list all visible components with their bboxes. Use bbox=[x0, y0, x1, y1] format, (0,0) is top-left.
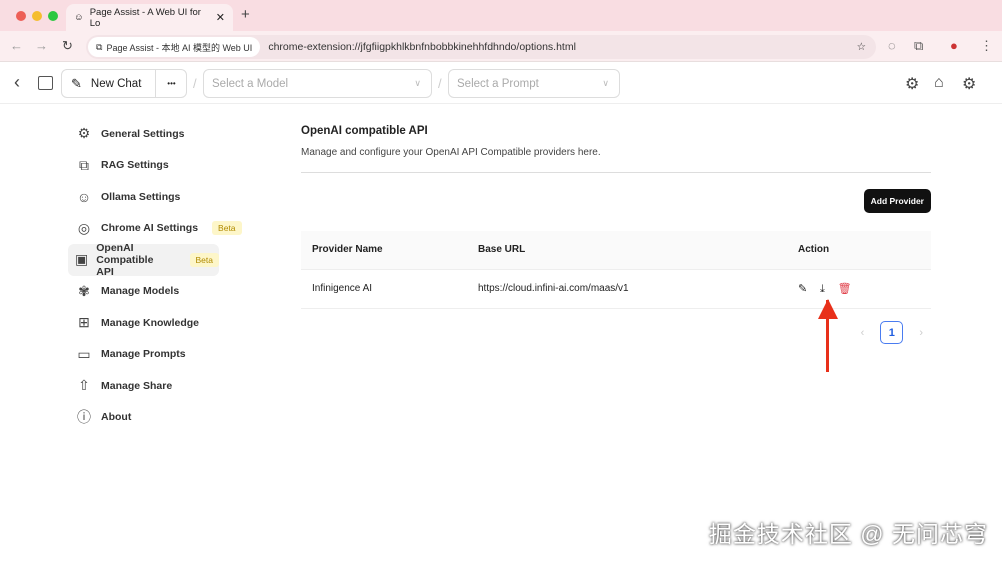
gear-icon[interactable]: ⚙ bbox=[962, 74, 976, 94]
table-header: Provider Name Base URL Action bbox=[301, 231, 931, 270]
sidebar-item-label: Manage Prompts bbox=[101, 348, 186, 361]
download-icon[interactable]: ⤓ bbox=[820, 283, 825, 295]
model-select[interactable]: Select a Model ∨ bbox=[203, 69, 432, 98]
forward-icon[interactable]: → bbox=[35, 38, 48, 53]
main-content: OpenAI compatible API Manage and configu… bbox=[301, 118, 931, 344]
settings-sidebar: ⚙ General Settings ⧉ RAG Settings ☺ Ollama … bbox=[68, 118, 258, 433]
page-1-button[interactable]: 1 bbox=[880, 321, 904, 344]
maximize-window-button[interactable] bbox=[48, 11, 58, 21]
new-tab-button[interactable]: + bbox=[241, 6, 250, 23]
chevron-down-icon: ∨ bbox=[414, 78, 421, 88]
back-icon[interactable]: ← bbox=[10, 38, 23, 53]
column-header: Base URL bbox=[467, 231, 787, 270]
model-placeholder: Select a Model bbox=[212, 77, 289, 90]
ollama-icon: ☺ bbox=[76, 188, 92, 205]
new-chat-group: ✎ New Chat ••• bbox=[61, 69, 187, 98]
browser-tab[interactable]: ☺ Page Assist - A Web UI for Lo ✕ bbox=[66, 4, 233, 31]
row-actions: ✎ ⤓ 🗑 bbox=[787, 269, 931, 309]
minimize-window-button[interactable] bbox=[32, 11, 42, 21]
chrome-icon: ◎ bbox=[77, 219, 91, 236]
tab-title: Page Assist - A Web UI for Lo bbox=[89, 6, 201, 29]
sidebar-toggle-icon[interactable] bbox=[38, 75, 53, 90]
sidebar-item-openai[interactable]: ▣ OpenAI Compatible API Beta bbox=[68, 241, 219, 278]
edit-pencil-icon[interactable]: ✎ bbox=[798, 283, 807, 295]
sidebar-item-label: OpenAI Compatible API bbox=[96, 241, 154, 278]
general-settings-icon: ⚙ bbox=[77, 125, 91, 142]
back-chevron-icon[interactable]: ‹ bbox=[14, 72, 20, 93]
sidebar-item-ollama[interactable]: ☺ Ollama Settings bbox=[68, 181, 258, 213]
ollama-settings-icon[interactable]: ⚙ bbox=[905, 74, 919, 94]
sidebar-item-label: Manage Share bbox=[101, 379, 173, 392]
separator: / bbox=[438, 76, 442, 91]
sidebar-item-label: About bbox=[101, 411, 132, 424]
next-page-icon[interactable]: › bbox=[919, 327, 923, 339]
chip-icon: ▣ bbox=[75, 251, 89, 268]
add-provider-button[interactable]: Add Provider bbox=[863, 189, 931, 213]
sidebar-item-about[interactable]: ⓘ About bbox=[68, 402, 258, 434]
sidebar-item-label: General Settings bbox=[101, 127, 185, 140]
book-icon: ▭ bbox=[77, 345, 91, 362]
prev-page-icon[interactable]: ‹ bbox=[861, 327, 865, 339]
sidebar-item-share[interactable]: ⇧ Manage Share bbox=[68, 370, 258, 402]
site-name: Page Assist - 本地 AI 模型的 Web UI bbox=[106, 42, 253, 53]
sidebar-item-label: Chrome AI Settings bbox=[101, 222, 199, 235]
brain-icon: ✾ bbox=[78, 282, 90, 299]
close-window-button[interactable] bbox=[16, 11, 26, 21]
bookmark-star-icon[interactable]: ☆ bbox=[857, 41, 866, 53]
chat-bubble-icon: ☺ bbox=[74, 12, 84, 23]
column-header: Provider Name bbox=[301, 231, 467, 270]
new-chat-button[interactable]: New Chat bbox=[91, 78, 142, 90]
providers-table: Provider Name Base URL Action Infinigenc… bbox=[301, 231, 931, 309]
page-title: OpenAI compatible API bbox=[301, 125, 428, 137]
rag-icon: ⧉ bbox=[79, 156, 89, 173]
sidebar-item-rag[interactable]: ⧉ RAG Settings bbox=[68, 150, 258, 182]
watermark: 掘金技术社区 @ 无问芯穹 bbox=[708, 521, 988, 547]
info-icon: ⓘ bbox=[77, 409, 91, 426]
share-icon: ⇧ bbox=[78, 377, 90, 394]
chevron-down-icon: ∨ bbox=[602, 78, 609, 88]
sidebar-item-prompts[interactable]: ▭ Manage Prompts bbox=[68, 339, 258, 371]
sidebar-item-models[interactable]: ✾ Manage Models bbox=[68, 276, 258, 308]
url-input[interactable]: ⧉ Page Assist - 本地 AI 模型的 Web UI chrome-e… bbox=[86, 35, 876, 59]
sidebar-item-knowledge[interactable]: ⊞ Manage Knowledge bbox=[68, 307, 258, 339]
sidebar-item-label: Manage Models bbox=[101, 285, 180, 298]
sidebar-item-label: RAG Settings bbox=[101, 159, 169, 172]
beta-badge: Beta bbox=[189, 252, 219, 267]
prompt-placeholder: Select a Prompt bbox=[457, 77, 539, 90]
provider-name: Infinigence AI bbox=[301, 269, 467, 309]
sidebar-item-label: Manage Knowledge bbox=[101, 316, 200, 329]
chat-icon[interactable]: ◌ bbox=[888, 38, 896, 53]
more-button[interactable]: ••• bbox=[155, 70, 187, 97]
edit-icon: ✎ bbox=[71, 75, 82, 91]
annotation-arrow bbox=[826, 300, 829, 372]
blocks-icon: ⊞ bbox=[78, 314, 90, 331]
page-description: Manage and configure your OpenAI API Com… bbox=[301, 147, 931, 173]
sidebar-item-general[interactable]: ⚙ General Settings bbox=[68, 118, 258, 150]
extensions-icon[interactable]: ⧉ bbox=[914, 38, 923, 54]
extension-icon: ⧉ bbox=[96, 41, 103, 52]
site-chip[interactable]: ⧉ Page Assist - 本地 AI 模型的 Web UI bbox=[88, 37, 261, 57]
trash-icon[interactable]: 🗑 bbox=[838, 283, 852, 295]
profile-avatar[interactable]: ● bbox=[950, 38, 958, 53]
browser-tab-bar: ☺ Page Assist - A Web UI for Lo ✕ + bbox=[0, 0, 1002, 31]
separator: / bbox=[193, 76, 197, 91]
beta-badge: Beta bbox=[212, 221, 242, 236]
column-header: Action bbox=[787, 231, 931, 270]
sidebar-item-label: Ollama Settings bbox=[101, 190, 181, 203]
sidebar-item-chrome-ai[interactable]: ◎ Chrome AI Settings Beta bbox=[68, 213, 258, 245]
url-text: chrome-extension://jfgfiigpkhlkbnfnbobbk… bbox=[268, 41, 576, 53]
github-icon[interactable]: ⌂ bbox=[934, 74, 944, 92]
reload-icon[interactable]: ↻ bbox=[62, 38, 73, 54]
base-url: https://cloud.infini-ai.com/maas/v1 bbox=[467, 269, 787, 309]
prompt-select[interactable]: Select a Prompt ∨ bbox=[448, 69, 620, 98]
address-bar: ← → ↻ ⧉ Page Assist - 本地 AI 模型的 Web UI ch… bbox=[0, 31, 1002, 62]
pagination: ‹ 1 › bbox=[861, 321, 923, 344]
menu-icon[interactable]: ⋮ bbox=[980, 38, 993, 54]
close-tab-icon[interactable]: ✕ bbox=[216, 11, 225, 24]
